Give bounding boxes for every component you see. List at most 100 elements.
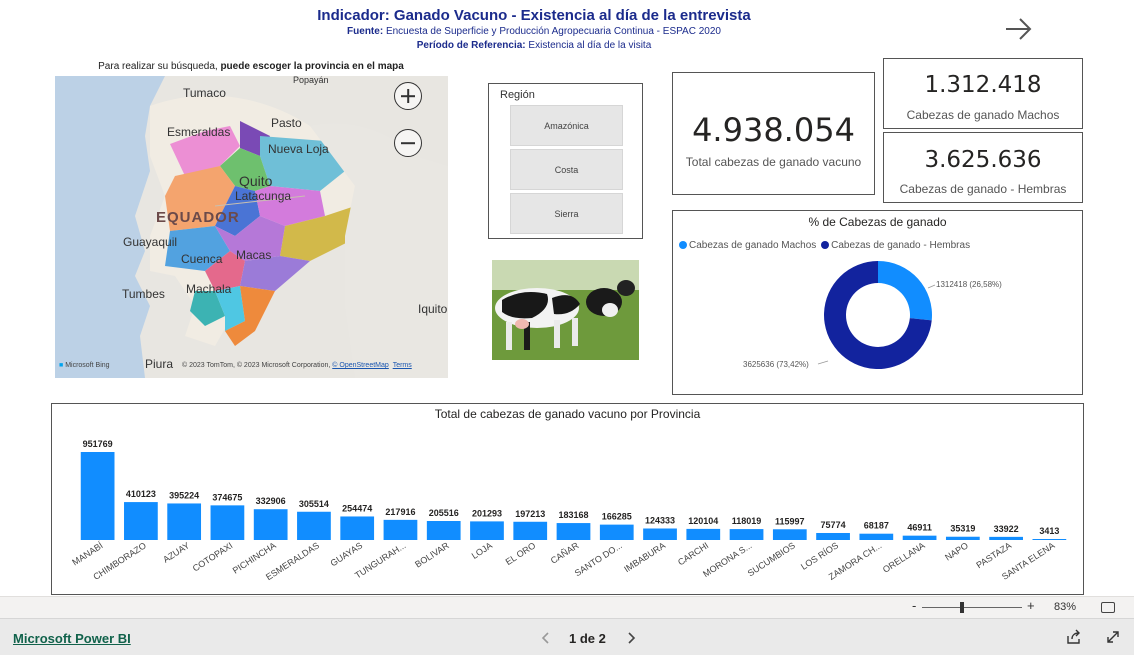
bar-value-label: 118019 xyxy=(732,516,762,526)
bar[interactable] xyxy=(513,521,548,540)
bar[interactable] xyxy=(297,511,331,540)
map-label-nueva-loja: Nueva Loja xyxy=(268,142,329,156)
share-icon[interactable] xyxy=(1066,629,1082,645)
period-label: Período de Referencia: xyxy=(416,40,526,51)
bar[interactable] xyxy=(989,536,1023,540)
bar[interactable] xyxy=(426,520,461,540)
map-label-popayan: Popayán xyxy=(293,76,329,85)
hembras-value: 3.625.636 xyxy=(924,147,1042,173)
chevron-right-icon[interactable] xyxy=(625,631,637,645)
slicer-item-amazonica[interactable]: Amazónica xyxy=(510,105,623,146)
bar[interactable] xyxy=(816,532,850,540)
bar[interactable] xyxy=(859,533,894,540)
period-line: Período de Referencia: Existencia al día… xyxy=(0,40,1068,51)
bar[interactable] xyxy=(383,519,418,540)
bar[interactable] xyxy=(470,521,504,540)
map-label-guayaquil: Guayaquil xyxy=(123,235,178,249)
bar-category-label: GUAYAS xyxy=(328,540,364,568)
bar[interactable] xyxy=(210,505,245,540)
map-label-esmeraldas: Esmeraldas xyxy=(167,125,231,139)
bar[interactable] xyxy=(902,535,937,540)
map-label-country: EQUADOR xyxy=(156,209,240,226)
bar[interactable] xyxy=(80,452,115,540)
bar-value-label: 75774 xyxy=(821,520,846,530)
hembras-card: 3.625.636 Cabezas de ganado - Hembras xyxy=(883,132,1083,203)
map-label-iquitos: Iquito xyxy=(418,302,448,316)
bar-value-label: 305514 xyxy=(299,499,329,509)
terms-link[interactable]: Terms xyxy=(393,362,412,369)
total-label: Total cabezas de ganado vacuno xyxy=(685,155,862,169)
bar-value-label: 205516 xyxy=(429,508,459,518)
bar-chart: Total de cabezas de ganado vacuno por Pr… xyxy=(51,403,1084,595)
province-map[interactable]: Tumaco Popayán Esmeraldas Pasto Nueva Lo… xyxy=(55,76,448,378)
zoom-percent: 83% xyxy=(1054,601,1077,613)
bar[interactable] xyxy=(729,529,764,540)
expand-icon[interactable] xyxy=(1105,629,1121,645)
map-label-macas: Macas xyxy=(236,248,272,262)
bar-value-label: 120104 xyxy=(688,516,718,526)
map-label-latacunga: Latacunga xyxy=(235,189,292,203)
slicer-title: Región xyxy=(500,89,535,101)
bar-category-label: EL ORO xyxy=(504,540,538,567)
report-page: Indicador: Ganado Vacuno - Existencia al… xyxy=(0,0,1134,655)
bar-value-label: 183168 xyxy=(558,510,588,520)
bar-category-label: LOS RÍOS xyxy=(799,540,840,572)
page-indicator: 1 de 2 xyxy=(569,631,606,646)
bar[interactable] xyxy=(124,502,158,540)
bar[interactable] xyxy=(556,523,591,540)
bar-svg: 951769MANABÍ410123CHIMBORAZO395224AZUAY3… xyxy=(70,439,1067,582)
donut-label-machos: 1312418 (26,58%) xyxy=(936,280,1002,289)
map-canvas[interactable] xyxy=(55,76,448,378)
slicer-item-costa[interactable]: Costa xyxy=(510,149,623,190)
power-bi-link[interactable]: Microsoft Power BI xyxy=(13,631,131,646)
map-zoom-out-icon[interactable] xyxy=(394,129,422,157)
bar[interactable] xyxy=(1032,539,1067,540)
bar[interactable] xyxy=(772,529,807,540)
bar-value-label: 410123 xyxy=(126,489,156,499)
bar-category-label: AZUAY xyxy=(161,540,191,564)
bar[interactable] xyxy=(643,528,677,540)
bar[interactable] xyxy=(340,516,375,540)
bar-value-label: 217916 xyxy=(385,507,415,517)
map-label-tumbes: Tumbes xyxy=(122,287,165,301)
donut-slice-0[interactable] xyxy=(878,261,932,321)
map-hint-text: Para realizar su búsqueda, xyxy=(98,61,221,72)
bar-value-label: 124333 xyxy=(645,516,675,526)
bar-category-label: NAPO xyxy=(943,540,970,562)
chevron-left-icon[interactable] xyxy=(540,631,552,645)
bar-value-label: 115997 xyxy=(775,516,805,526)
bar-value-label: 201293 xyxy=(472,508,502,518)
bar[interactable] xyxy=(686,528,721,540)
bar-value-label: 46911 xyxy=(907,523,932,533)
zoom-out-button[interactable]: - xyxy=(912,598,916,613)
machos-card: 1.312.418 Cabezas de ganado Machos xyxy=(883,58,1083,129)
bar-value-label: 254474 xyxy=(342,503,372,513)
map-label-tumaco: Tumaco xyxy=(183,86,226,100)
bar-category-label: MORONA S... xyxy=(701,540,753,579)
map-label-machala: Machala xyxy=(186,282,232,296)
bar[interactable] xyxy=(253,509,288,540)
bar[interactable] xyxy=(599,524,634,540)
zoom-in-button[interactable]: + xyxy=(1027,598,1035,613)
map-zoom-in-icon[interactable] xyxy=(394,82,422,110)
bar[interactable] xyxy=(945,536,980,540)
map-hint: Para realizar su búsqueda, puede escoger… xyxy=(55,61,447,72)
hembras-label: Cabezas de ganado - Hembras xyxy=(899,182,1067,196)
leader-line-hembras xyxy=(817,360,829,365)
bar-category-label: COTOPAXI xyxy=(191,540,235,573)
total-card: 4.938.054 Total cabezas de ganado vacuno xyxy=(672,72,875,195)
bar-category-label: CARCHI xyxy=(676,540,710,567)
map-hint-bold: puede escoger la provincia en el mapa xyxy=(220,61,404,72)
bar-value-label: 166285 xyxy=(602,512,632,522)
report-title: Indicador: Ganado Vacuno - Existencia al… xyxy=(317,7,751,24)
zoom-slider-thumb[interactable] xyxy=(960,602,964,613)
zoom-slider-track[interactable] xyxy=(922,607,1022,608)
osm-link[interactable]: © OpenStreetMap xyxy=(332,362,389,369)
bar-category-label: MANABÍ xyxy=(70,540,105,567)
bar-category-label: LOJA xyxy=(470,540,494,561)
arrow-right-icon[interactable] xyxy=(1002,12,1036,46)
bar[interactable] xyxy=(167,503,202,540)
bar-value-label: 35319 xyxy=(950,524,975,534)
slicer-item-sierra[interactable]: Sierra xyxy=(510,193,623,234)
fit-to-page-icon[interactable] xyxy=(1101,602,1115,613)
